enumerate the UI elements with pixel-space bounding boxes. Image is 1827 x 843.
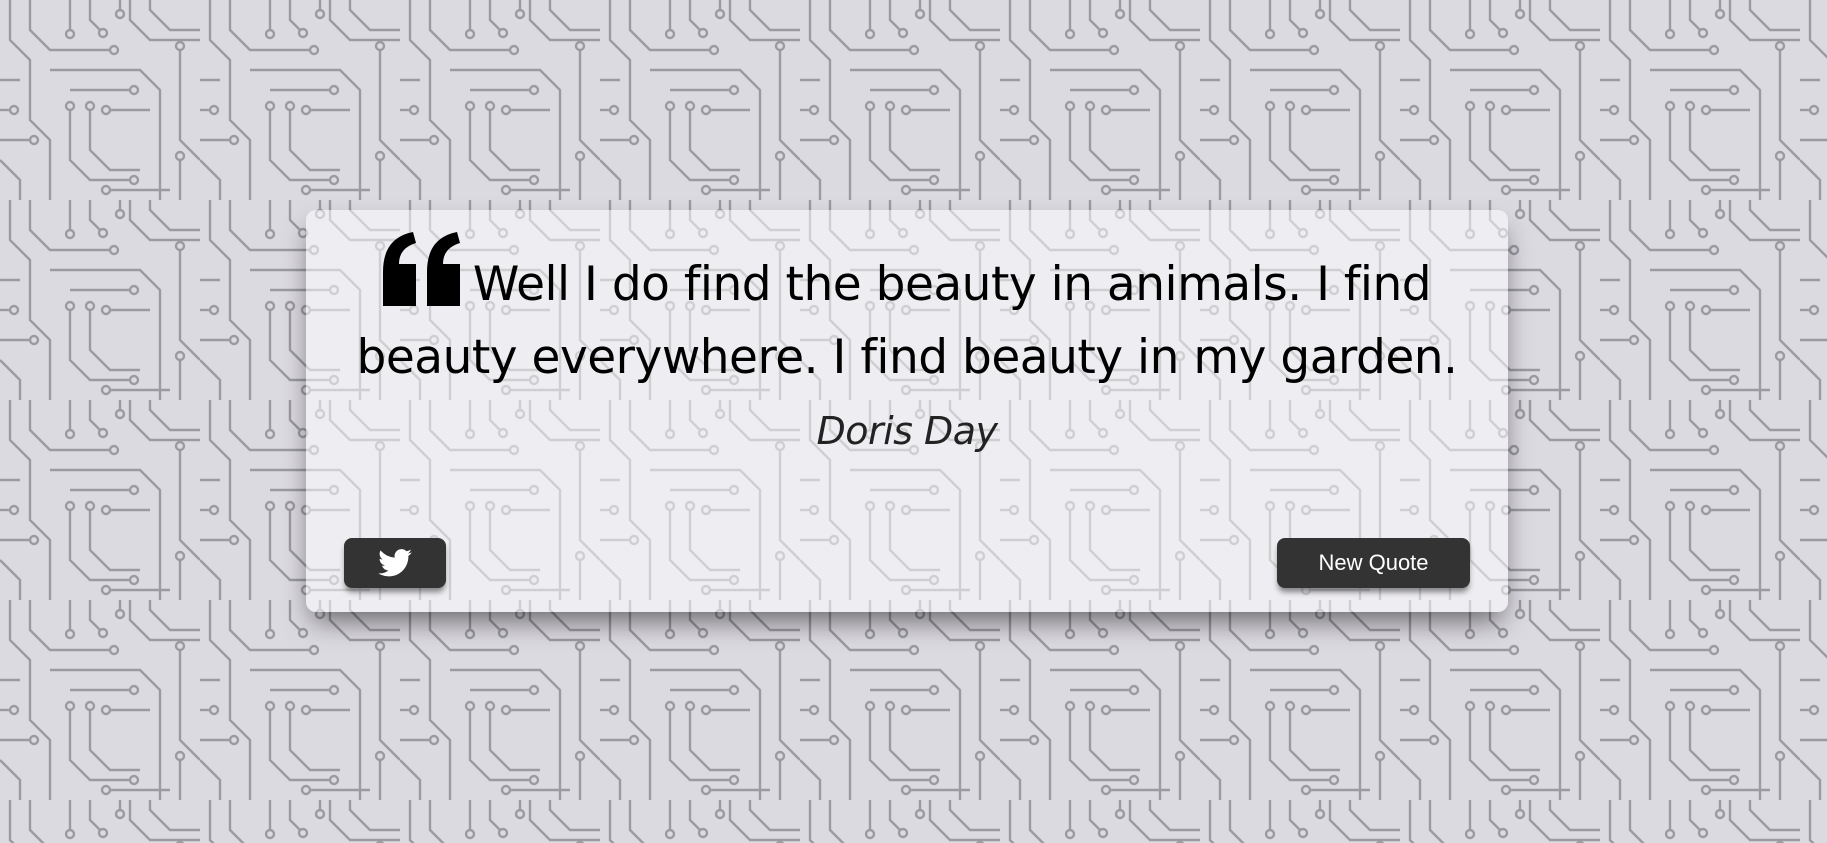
quote-author: Doris Day [816,409,998,453]
quote-card: Well I do find the beauty in animals. I … [306,210,1508,612]
twitter-bird-icon [378,549,412,577]
quote-text-block: Well I do find the beauty in animals. I … [346,232,1468,391]
quote-left-icon [382,232,463,324]
tweet-button[interactable] [344,538,446,588]
new-quote-button[interactable]: New Quote [1277,538,1470,588]
quote-text: Well I do find the beauty in animals. I … [356,257,1458,385]
